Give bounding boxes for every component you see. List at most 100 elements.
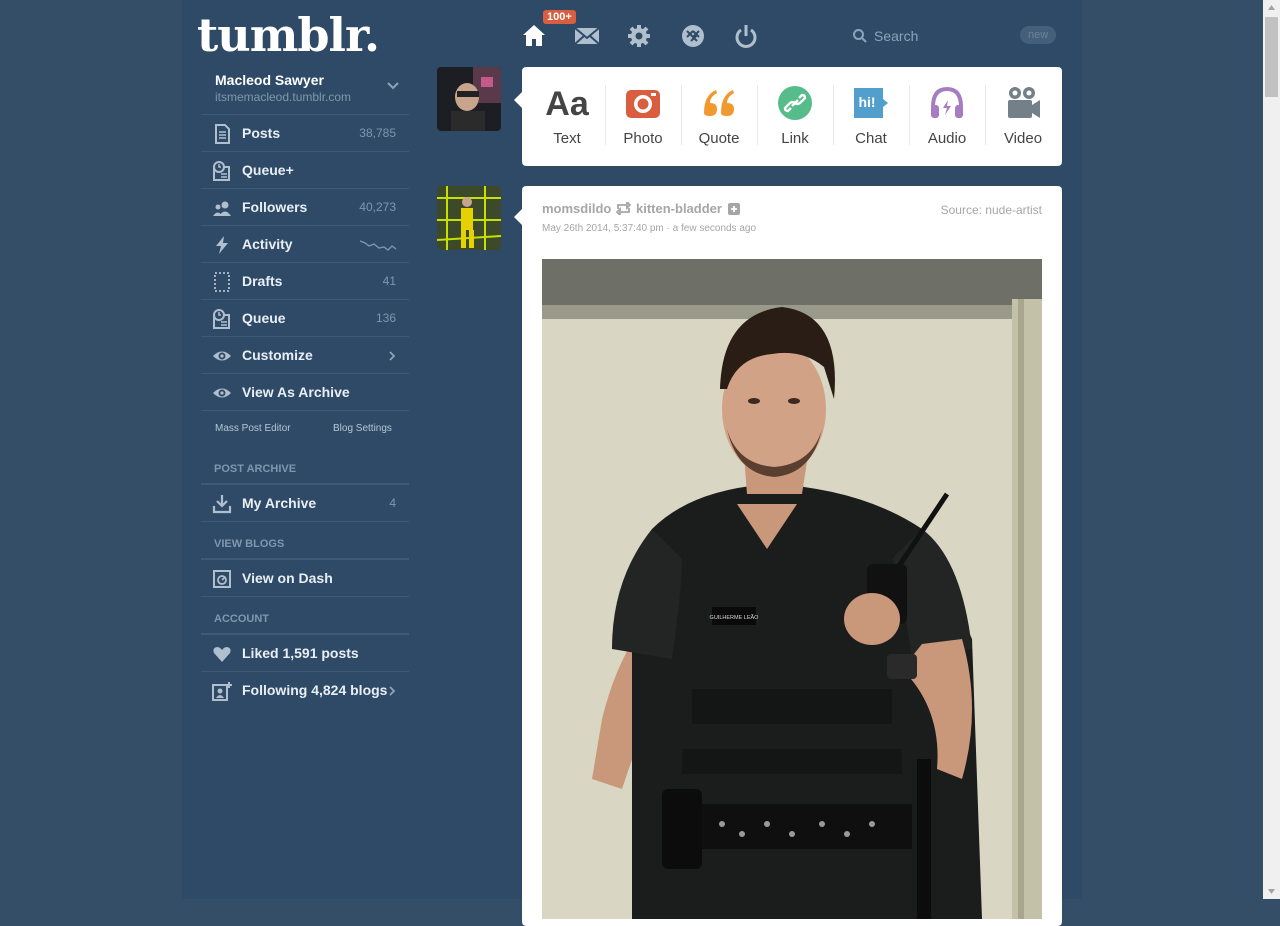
sidebar-item-liked[interactable]: Liked 1,591 posts xyxy=(201,635,409,672)
post-type-label: Link xyxy=(781,130,809,147)
poster-avatar[interactable] xyxy=(437,186,501,250)
sidebar-item-posts[interactable]: Posts 38,785 xyxy=(201,115,409,152)
post-type-label: Chat xyxy=(855,130,887,147)
activity-icon xyxy=(216,236,228,254)
post-type-label: Photo xyxy=(623,130,663,147)
dashboard-icon xyxy=(213,570,231,588)
post-type-photo[interactable]: Photo xyxy=(605,67,681,166)
post-photo[interactable]: GUILHERME LEÃO xyxy=(542,259,1042,919)
sidebar-item-following[interactable]: Following 4,824 blogs xyxy=(201,672,409,708)
section-heading-text: VIEW BLOGS xyxy=(214,538,285,550)
post-arrow xyxy=(514,209,522,225)
power-icon[interactable] xyxy=(732,22,760,50)
scroll-down-arrow-icon[interactable] xyxy=(1267,887,1276,896)
sidebar-item-label: Followers xyxy=(242,199,308,215)
sidebar-item-view-as-archive[interactable]: View As Archive xyxy=(201,374,409,411)
composer-arrow xyxy=(514,92,522,108)
scroll-up-arrow-icon[interactable] xyxy=(1267,3,1276,12)
name-tag-text: GUILHERME LEÃO xyxy=(710,614,760,621)
heart-icon xyxy=(213,647,231,662)
link-icon xyxy=(778,86,812,120)
sidebar-item-queue[interactable]: Queue 136 xyxy=(201,300,409,337)
mass-post-editor-link[interactable]: Mass Post Editor xyxy=(215,423,291,434)
post-source[interactable]: Source: nude-artist xyxy=(941,203,1042,217)
sidebar-item-label: Liked 1,591 posts xyxy=(242,645,359,661)
user-avatar[interactable] xyxy=(437,67,501,131)
post-type-video[interactable]: Video xyxy=(985,67,1061,166)
home-icon[interactable] xyxy=(520,22,548,50)
dashboard-post: momsdildo kitten-bladder May 26th 2014, … xyxy=(522,186,1062,926)
gear-icon[interactable] xyxy=(625,22,653,50)
sidebar-item-label: View As Archive xyxy=(242,384,350,400)
reblog-icon xyxy=(616,202,631,215)
post-type-label: Text xyxy=(553,130,581,147)
search-box[interactable]: new xyxy=(852,26,1062,46)
post-username[interactable]: momsdildo xyxy=(542,201,611,216)
download-icon xyxy=(212,495,232,514)
sidebar-item-followers[interactable]: Followers 40,273 xyxy=(201,189,409,226)
sidebar-item-view-on-dash[interactable]: View on Dash xyxy=(201,560,409,597)
post-type-text[interactable]: Aa Text xyxy=(529,67,605,166)
scrollbar-thumb[interactable] xyxy=(1265,17,1278,97)
search-input[interactable] xyxy=(874,26,1014,46)
xkit-icon[interactable] xyxy=(679,22,707,50)
sidebar-item-queue-plus[interactable]: Queue+ xyxy=(201,152,409,189)
followers-icon xyxy=(213,201,231,216)
queue-plus-icon xyxy=(213,161,230,181)
blog-name: Macleod Sawyer xyxy=(215,72,324,88)
sidebar-item-label: View on Dash xyxy=(242,570,333,586)
blog-url: itsmemacleod.tumblr.com xyxy=(215,90,352,104)
sidebar-item-count: 38,785 xyxy=(359,126,396,140)
eye-icon xyxy=(213,351,231,361)
post-type-link[interactable]: Link xyxy=(757,67,833,166)
section-heading-account: ACCOUNT xyxy=(201,611,409,635)
blog-settings-link[interactable]: Blog Settings xyxy=(333,423,392,434)
chevron-right-icon xyxy=(389,686,396,696)
blog-header[interactable]: Macleod Sawyer itsmemacleod.tumblr.com xyxy=(201,62,409,115)
post-type-chat[interactable]: hi! Chat xyxy=(833,67,909,166)
sidebar-item-label: Customize xyxy=(242,347,313,363)
sidebar-item-label: Queue+ xyxy=(242,162,294,178)
post-type-label: Video xyxy=(1003,130,1043,147)
posts-icon xyxy=(215,124,230,144)
post-date: May 26th 2014, 5:37:40 pm · a few second… xyxy=(542,223,757,234)
chevron-down-icon[interactable] xyxy=(387,82,399,90)
sidebar-item-activity[interactable]: Activity xyxy=(201,226,409,263)
sidebar-item-label: Drafts xyxy=(242,273,283,289)
section-heading-view-blogs: VIEW BLOGS xyxy=(201,536,409,560)
chevron-right-icon xyxy=(389,351,396,361)
post-type-label: Audio xyxy=(927,130,967,147)
drafts-icon xyxy=(214,272,230,292)
post-composer: Aa Text Photo Quote Link hi! Chat Audio … xyxy=(522,67,1062,166)
quote-icon xyxy=(704,90,734,116)
sidebar-item-label: Activity xyxy=(242,236,293,252)
post-type-quote[interactable]: Quote xyxy=(681,67,757,166)
sidebar-item-my-archive[interactable]: My Archive 4 xyxy=(201,485,409,522)
sidebar-item-label: My Archive xyxy=(242,495,317,511)
sidebar-item-label: Queue xyxy=(242,310,286,326)
new-pill[interactable]: new xyxy=(1020,26,1057,44)
sidebar-item-drafts[interactable]: Drafts 41 xyxy=(201,263,409,300)
following-icon xyxy=(212,682,232,701)
post-type-label: Quote xyxy=(698,130,740,147)
notification-badge: 100+ xyxy=(543,10,576,24)
video-camera-icon xyxy=(1008,87,1040,118)
sidebar-links: Mass Post Editor Blog Settings xyxy=(201,411,409,447)
mail-icon[interactable] xyxy=(573,22,601,50)
reblogged-from-username[interactable]: kitten-bladder xyxy=(636,201,722,216)
sidebar-item-customize[interactable]: Customize xyxy=(201,337,409,374)
sidebar-item-label: Following 4,824 blogs xyxy=(242,682,388,698)
sidebar-item-label: Posts xyxy=(242,125,281,141)
tumblr-logo[interactable]: tumblr. xyxy=(197,8,380,62)
post-type-audio[interactable]: Audio xyxy=(909,67,985,166)
follow-plus-icon[interactable] xyxy=(728,203,740,215)
sidebar-item-count: 4 xyxy=(389,496,396,510)
queue-icon xyxy=(213,309,230,329)
chat-icon-text: hi! xyxy=(858,94,876,110)
sidebar: Macleod Sawyer itsmemacleod.tumblr.com P… xyxy=(201,62,409,708)
activity-sparkline xyxy=(359,240,397,251)
eye-icon xyxy=(213,388,231,398)
camera-icon xyxy=(626,90,660,118)
scrollbar-track[interactable] xyxy=(1263,0,1280,899)
section-heading-post-archive: POST ARCHIVE xyxy=(201,461,409,485)
